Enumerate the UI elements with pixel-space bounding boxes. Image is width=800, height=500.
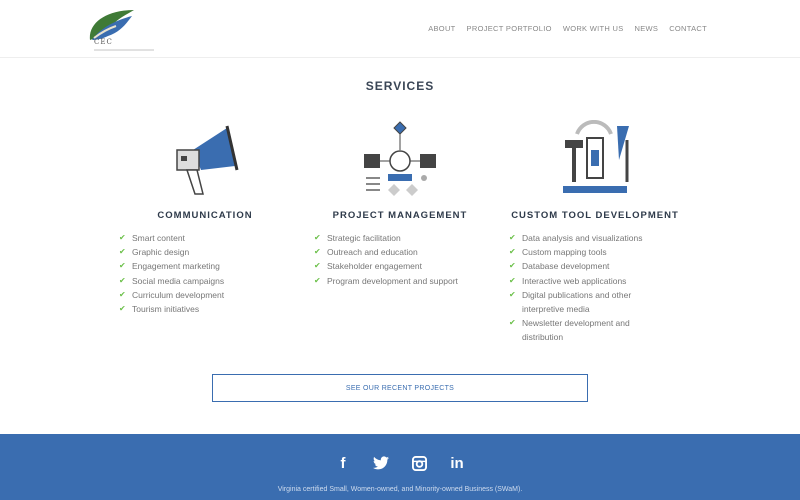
service-communication: COMMUNICATION Smart content Graphic desi…	[105, 120, 305, 316]
list-item: Tourism initiatives	[119, 302, 305, 316]
see-recent-projects-button[interactable]: SEE OUR RECENT PROJECTS	[212, 374, 588, 402]
list-item: Database development	[509, 259, 695, 273]
list-item: Outreach and education	[314, 245, 500, 259]
service-list: Strategic facilitation Outreach and educ…	[300, 231, 500, 288]
main-nav: ABOUT PROJECT PORTFOLIO WORK WITH US NEW…	[428, 24, 707, 33]
nav-work-with-us[interactable]: WORK WITH US	[563, 24, 624, 33]
list-item: Graphic design	[119, 245, 305, 259]
instagram-icon[interactable]	[410, 454, 428, 472]
list-item: Program development and support	[314, 274, 500, 288]
list-item: Custom mapping tools	[509, 245, 695, 259]
list-item: Newsletter development and distribution	[509, 316, 644, 344]
list-item: Stakeholder engagement	[314, 259, 500, 273]
service-heading: COMMUNICATION	[157, 210, 253, 221]
logo-text: CEC	[94, 38, 113, 46]
list-item: Digital publications and other interpret…	[509, 288, 644, 316]
leaf-logo-icon	[89, 10, 154, 51]
megaphone-icon	[105, 120, 305, 200]
list-item: Social media campaigns	[119, 274, 305, 288]
facebook-icon[interactable]: f	[334, 454, 352, 472]
list-item: Engagement marketing	[119, 259, 305, 273]
social-links: f in	[0, 454, 800, 472]
list-item: Strategic facilitation	[314, 231, 500, 245]
nav-news[interactable]: NEWS	[635, 24, 659, 33]
site-header: CEC ABOUT PROJECT PORTFOLIO WORK WITH US…	[0, 0, 800, 58]
list-item: Curriculum development	[119, 288, 305, 302]
service-project-management: PROJECT MANAGEMENT Strategic facilitatio…	[300, 120, 500, 288]
list-item: Data analysis and visualizations	[509, 231, 695, 245]
flowchart-icon	[300, 120, 500, 200]
service-list: Smart content Graphic design Engagement …	[105, 231, 305, 316]
section-title: SERVICES	[365, 79, 435, 93]
tools-icon	[495, 120, 695, 200]
service-list: Data analysis and visualizations Custom …	[495, 231, 695, 345]
logo[interactable]: CEC	[86, 8, 156, 54]
linkedin-icon[interactable]: in	[448, 454, 466, 472]
service-heading: PROJECT MANAGEMENT	[332, 210, 468, 221]
nav-project-portfolio[interactable]: PROJECT PORTFOLIO	[467, 24, 552, 33]
service-custom-tool-development: CUSTOM TOOL DEVELOPMENT Data analysis an…	[495, 120, 695, 345]
list-item: Smart content	[119, 231, 305, 245]
service-heading: CUSTOM TOOL DEVELOPMENT	[511, 210, 679, 221]
footer: f in Virginia certified Small, Women-own…	[0, 434, 800, 500]
list-item: Interactive web applications	[509, 274, 695, 288]
footer-certification-text: Virginia certified Small, Women-owned, a…	[277, 486, 523, 493]
twitter-icon[interactable]	[372, 454, 390, 472]
nav-about[interactable]: ABOUT	[428, 24, 455, 33]
nav-contact[interactable]: CONTACT	[669, 24, 707, 33]
